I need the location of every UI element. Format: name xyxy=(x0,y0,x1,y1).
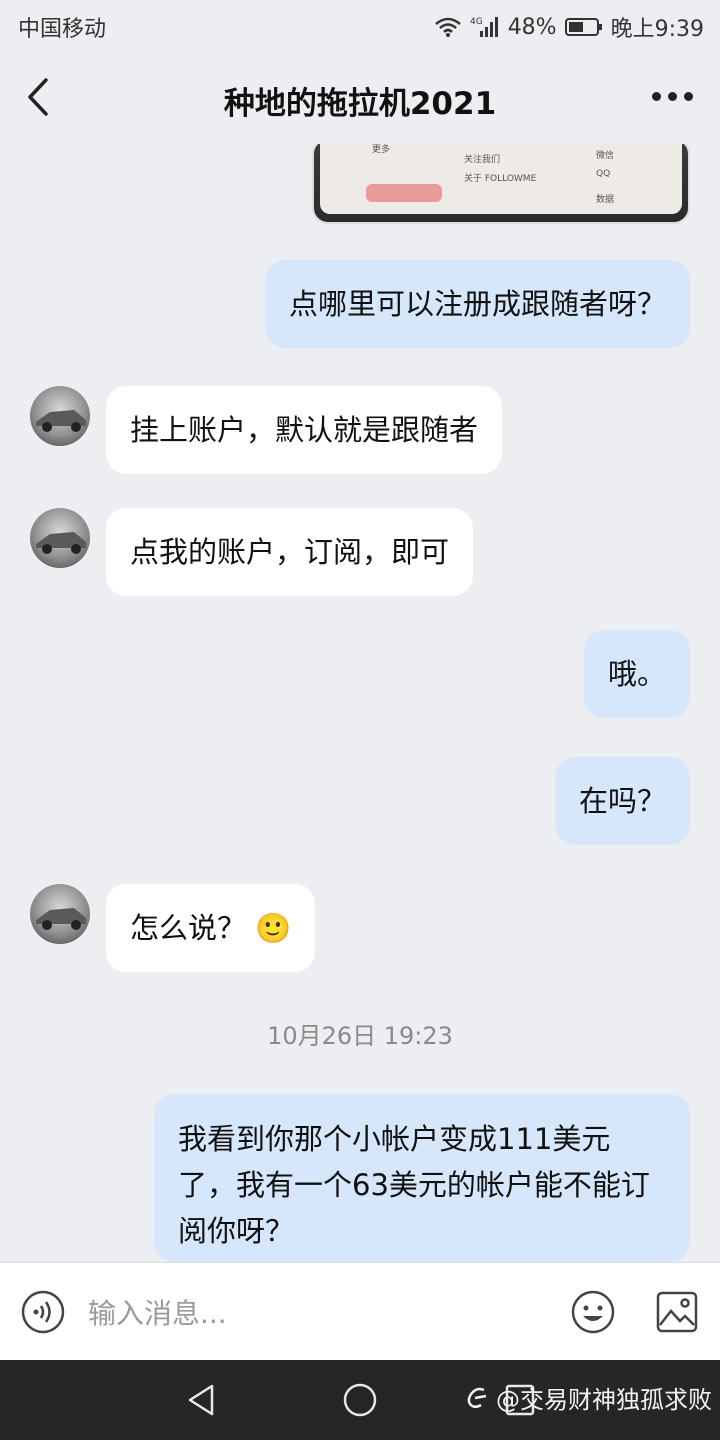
voice-input-button[interactable] xyxy=(20,1289,66,1335)
message-input-bar xyxy=(0,1262,720,1361)
avatar[interactable] xyxy=(30,884,90,944)
battery-icon xyxy=(564,17,603,37)
status-icons: 4G 48% 晚上9:39 xyxy=(434,11,704,43)
avatar[interactable] xyxy=(30,508,90,568)
smile-emoji-icon: 🙂 xyxy=(255,911,292,945)
emoji-button[interactable] xyxy=(570,1289,616,1335)
system-nav-bar: @交易财神独孤求败 xyxy=(0,1360,720,1440)
dot-icon xyxy=(652,91,661,101)
message-list[interactable]: 更多 关注我们 微信 关于 FOLLOWME QQ 数据 点哪里可以注册成跟随者… xyxy=(0,144,720,1262)
image-text: 微信 xyxy=(596,151,615,161)
car-avatar-icon xyxy=(36,410,86,432)
message-bubble-incoming[interactable]: 挂上账户，默认就是跟随者 xyxy=(106,386,503,474)
image-button-shape xyxy=(366,184,442,202)
message-bubble-outgoing[interactable]: 哦。 xyxy=(583,630,690,718)
circle-home-icon xyxy=(343,1383,377,1417)
timestamp-divider: 10月26日 19:23 xyxy=(267,1022,453,1050)
carrier-name: 中国移动 xyxy=(18,17,107,42)
avatar[interactable] xyxy=(30,386,90,446)
signal-icon: 4G xyxy=(470,15,500,39)
chat-title: 种地的拖拉机2021 xyxy=(223,86,497,122)
image-icon xyxy=(656,1291,698,1333)
message-bubble-incoming[interactable]: 怎么说？ 🙂 xyxy=(106,884,316,972)
image-message[interactable]: 更多 关注我们 微信 关于 FOLLOWME QQ 数据 xyxy=(312,144,690,224)
chat-header: 种地的拖拉机2021 xyxy=(0,50,720,144)
voice-icon xyxy=(21,1290,65,1334)
watermark: @交易财神独孤求败 xyxy=(464,1380,712,1415)
image-picker-button[interactable] xyxy=(654,1289,700,1335)
car-avatar-icon xyxy=(36,908,86,930)
emoji-icon xyxy=(571,1290,615,1334)
wifi-icon xyxy=(434,16,462,38)
message-bubble-outgoing[interactable]: 在吗？ xyxy=(554,757,690,845)
message-bubble-outgoing[interactable]: 点哪里可以注册成跟随者呀？ xyxy=(264,260,690,348)
watermark-text: @交易财神独孤求败 xyxy=(496,1386,712,1414)
message-bubble-incoming[interactable]: 点我的账户，订阅，即可 xyxy=(106,508,474,596)
car-avatar-icon xyxy=(36,532,86,554)
battery-percent: 48% xyxy=(507,14,557,40)
more-options-button[interactable] xyxy=(652,86,700,106)
dot-icon xyxy=(684,91,693,101)
nav-home-button[interactable] xyxy=(342,1382,378,1422)
status-bar: 中国移动 4G 48% 晚上9:39 xyxy=(0,0,720,50)
weibo-logo-icon xyxy=(467,1387,487,1408)
image-text: 关于 FOLLOWME xyxy=(464,174,537,184)
image-text: 数据 xyxy=(596,195,615,205)
message-text: 怎么说？ xyxy=(130,911,247,945)
triangle-back-icon xyxy=(188,1384,214,1416)
message-bubble-outgoing[interactable]: 我看到你那个小帐户变成111美元了，我有一个63美元的帐户能不能订阅你呀？ xyxy=(154,1094,690,1262)
network-type-label: 4G xyxy=(470,17,483,27)
image-thumbnail: 更多 关注我们 微信 关于 FOLLOWME QQ 数据 xyxy=(320,144,682,214)
image-text: QQ xyxy=(596,169,611,179)
message-input[interactable] xyxy=(86,1289,550,1337)
nav-back-button[interactable] xyxy=(184,1382,218,1422)
clock: 晚上9:39 xyxy=(610,17,704,42)
dot-icon xyxy=(668,91,677,101)
image-text: 更多 xyxy=(372,145,391,155)
image-text: 关注我们 xyxy=(464,155,501,165)
